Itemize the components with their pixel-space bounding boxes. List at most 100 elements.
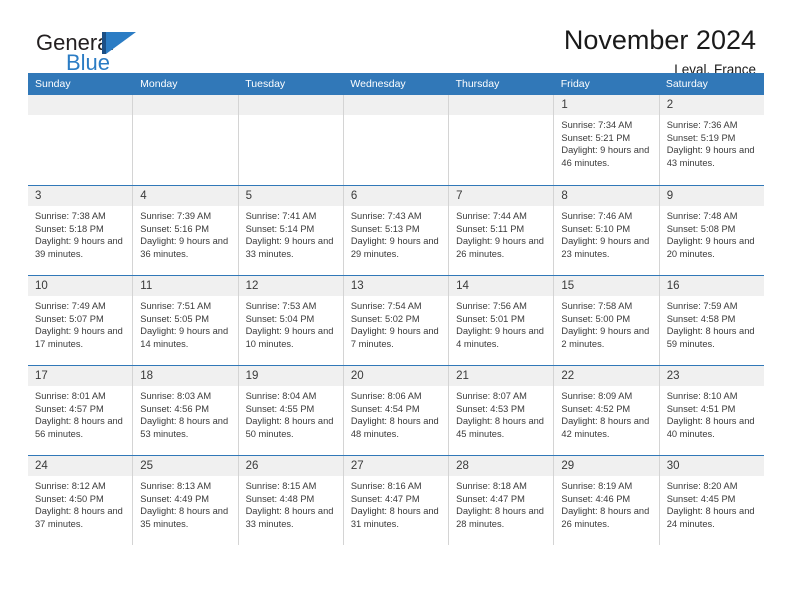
daylight-text: Daylight: 9 hours and 20 minutes. — [666, 236, 755, 259]
day-cell-14[interactable]: 14 Sunrise: 7:56 AM Sunset: 5:01 PM Dayligh… — [448, 276, 554, 365]
day-number — [449, 95, 554, 115]
day-details: Sunrise: 8:10 AM Sunset: 4:51 PM Daylight:… — [660, 386, 764, 440]
day-cell-8[interactable]: 8 Sunrise: 7:46 AM Sunset: 5:10 PM Daylight… — [553, 186, 659, 275]
sunset-text: Sunset: 5:18 PM — [35, 223, 104, 234]
daylight-text: Daylight: 9 hours and 7 minutes. — [350, 326, 439, 349]
day-number: 23 — [659, 366, 764, 386]
day-details: Sunrise: 8:07 AM Sunset: 4:53 PM Daylight:… — [449, 386, 553, 440]
day-cell-29[interactable]: 29 Sunrise: 8:19 AM Sunset: 4:46 PM Dayligh… — [553, 456, 659, 545]
sunset-text: Sunset: 5:21 PM — [561, 132, 631, 143]
sunrise-text: Sunrise: 8:06 AM — [350, 391, 422, 401]
day-cell-22[interactable]: 22 Sunrise: 8:09 AM Sunset: 4:52 PM Dayligh… — [553, 366, 659, 455]
brand-logo[interactable]: General Blue — [36, 30, 216, 76]
day-cell-20[interactable]: 20 Sunrise: 8:06 AM Sunset: 4:54 PM Dayligh… — [342, 366, 449, 455]
weekday-header-tuesday: Tuesday — [245, 78, 286, 90]
sunset-text: Sunset: 5:01 PM — [456, 313, 525, 324]
day-cell-23[interactable]: 23 Sunrise: 8:10 AM Sunset: 4:51 PM Dayligh… — [658, 366, 764, 455]
day-number — [343, 95, 449, 115]
day-details: Sunrise: 8:01 AM Sunset: 4:57 PM Daylight:… — [28, 386, 132, 440]
daylight-text: Daylight: 8 hours and 45 minutes. — [456, 416, 544, 439]
day-details: Sunrise: 7:41 AM Sunset: 5:14 PM Daylight:… — [239, 206, 343, 260]
day-number: 27 — [343, 456, 449, 476]
daylight-text: Daylight: 8 hours and 35 minutes. — [140, 506, 229, 529]
daylight-text: Daylight: 9 hours and 43 minutes. — [666, 145, 755, 168]
day-number: 28 — [449, 456, 554, 476]
day-details: Sunrise: 7:54 AM Sunset: 5:02 PM Daylight:… — [344, 296, 448, 350]
day-cell-13[interactable]: 13 Sunrise: 7:54 AM Sunset: 5:02 PM Dayligh… — [342, 276, 449, 365]
daylight-text: Daylight: 8 hours and 31 minutes. — [350, 506, 439, 529]
sunrise-text: Sunrise: 8:01 AM — [35, 391, 106, 401]
sunset-text: Sunset: 5:16 PM — [140, 223, 210, 234]
sunrise-text: Sunrise: 8:12 AM — [35, 481, 106, 491]
day-cell-10[interactable]: 10 Sunrise: 7:49 AM Sunset: 5:07 PM Dayligh… — [28, 276, 133, 365]
day-cell-9[interactable]: 9 Sunrise: 7:48 AM Sunset: 5:08 PM Daylight… — [658, 186, 764, 275]
calendar-week-row: 1 Sunrise: 7:34 AM Sunset: 5:21 PM Daylight… — [28, 95, 764, 185]
day-details: Sunrise: 8:13 AM Sunset: 4:49 PM Daylight:… — [133, 476, 237, 530]
day-cell-4[interactable]: 4 Sunrise: 7:39 AM Sunset: 5:16 PM Daylight… — [132, 186, 238, 275]
day-cell-19[interactable]: 19 Sunrise: 8:04 AM Sunset: 4:55 PM Dayligh… — [237, 366, 343, 455]
day-cell-18[interactable]: 18 Sunrise: 8:03 AM Sunset: 4:56 PM Dayligh… — [132, 366, 238, 455]
page-title: November 2024 — [563, 25, 756, 55]
day-cell-6[interactable]: 6 Sunrise: 7:43 AM Sunset: 5:13 PM Daylight… — [342, 186, 449, 275]
day-cell-5[interactable]: 5 Sunrise: 7:41 AM Sunset: 5:14 PM Daylight… — [237, 186, 343, 275]
sunset-text: Sunset: 4:55 PM — [245, 403, 315, 414]
daylight-text: Daylight: 8 hours and 42 minutes. — [561, 416, 650, 439]
day-cell-empty — [342, 95, 449, 185]
weekday-header-saturday: Saturday — [665, 78, 708, 90]
day-number — [238, 95, 343, 115]
day-cell-24[interactable]: 24 Sunrise: 8:12 AM Sunset: 4:50 PM Dayligh… — [28, 456, 133, 545]
day-cell-1[interactable]: 1 Sunrise: 7:34 AM Sunset: 5:21 PM Daylight… — [553, 95, 659, 185]
day-cell-27[interactable]: 27 Sunrise: 8:16 AM Sunset: 4:47 PM Dayligh… — [342, 456, 449, 545]
daylight-text: Daylight: 8 hours and 50 minutes. — [245, 416, 334, 439]
daylight-text: Daylight: 8 hours and 26 minutes. — [561, 506, 650, 529]
daylight-text: Daylight: 8 hours and 28 minutes. — [456, 506, 544, 529]
day-cell-21[interactable]: 21 Sunrise: 8:07 AM Sunset: 4:53 PM Dayligh… — [448, 366, 554, 455]
daylight-text: Daylight: 9 hours and 39 minutes. — [35, 236, 123, 259]
day-cell-11[interactable]: 11 Sunrise: 7:51 AM Sunset: 5:05 PM Dayligh… — [132, 276, 238, 365]
sunrise-text: Sunrise: 7:36 AM — [666, 120, 738, 130]
day-number: 21 — [449, 366, 554, 386]
day-details: Sunrise: 7:48 AM Sunset: 5:08 PM Daylight:… — [660, 206, 764, 260]
day-cell-16[interactable]: 16 Sunrise: 7:59 AM Sunset: 4:58 PM Dayligh… — [658, 276, 764, 365]
sunset-text: Sunset: 5:11 PM — [456, 223, 525, 234]
day-cell-25[interactable]: 25 Sunrise: 8:13 AM Sunset: 4:49 PM Dayligh… — [132, 456, 238, 545]
sunset-text: Sunset: 5:19 PM — [666, 132, 736, 143]
day-number: 15 — [554, 276, 659, 296]
sunset-text: Sunset: 4:47 PM — [456, 493, 525, 504]
daylight-text: Daylight: 9 hours and 4 minutes. — [456, 326, 544, 349]
calendar-body: 1 Sunrise: 7:34 AM Sunset: 5:21 PM Daylight… — [28, 95, 764, 545]
sunrise-text: Sunrise: 7:39 AM — [140, 211, 212, 221]
sunrise-text: Sunrise: 7:48 AM — [666, 211, 738, 221]
sunset-text: Sunset: 4:53 PM — [456, 403, 525, 414]
day-details: Sunrise: 7:51 AM Sunset: 5:05 PM Daylight:… — [133, 296, 237, 350]
sunrise-text: Sunrise: 7:54 AM — [350, 301, 422, 311]
day-cell-30[interactable]: 30 Sunrise: 8:20 AM Sunset: 4:45 PM Dayligh… — [658, 456, 764, 545]
sunrise-text: Sunrise: 8:10 AM — [666, 391, 738, 401]
day-cell-15[interactable]: 15 Sunrise: 7:58 AM Sunset: 5:00 PM Dayligh… — [553, 276, 659, 365]
day-details: Sunrise: 8:06 AM Sunset: 4:54 PM Daylight:… — [344, 386, 448, 440]
day-cell-7[interactable]: 7 Sunrise: 7:44 AM Sunset: 5:11 PM Daylight… — [448, 186, 554, 275]
daylight-text: Daylight: 8 hours and 24 minutes. — [666, 506, 755, 529]
sunrise-text: Sunrise: 8:20 AM — [666, 481, 738, 491]
sunrise-text: Sunrise: 7:44 AM — [456, 211, 527, 221]
day-details: Sunrise: 8:04 AM Sunset: 4:55 PM Daylight:… — [239, 386, 343, 440]
day-cell-2[interactable]: 2 Sunrise: 7:36 AM Sunset: 5:19 PM Daylight… — [658, 95, 764, 185]
day-details: Sunrise: 7:34 AM Sunset: 5:21 PM Daylight:… — [554, 115, 658, 169]
sunrise-text: Sunrise: 8:19 AM — [561, 481, 633, 491]
sunset-text: Sunset: 4:45 PM — [666, 493, 736, 504]
sunrise-text: Sunrise: 8:04 AM — [245, 391, 317, 401]
day-cell-3[interactable]: 3 Sunrise: 7:38 AM Sunset: 5:18 PM Daylight… — [28, 186, 133, 275]
day-number: 4 — [133, 186, 238, 206]
sunset-text: Sunset: 5:05 PM — [140, 313, 210, 324]
day-cell-17[interactable]: 17 Sunrise: 8:01 AM Sunset: 4:57 PM Dayligh… — [28, 366, 133, 455]
day-cell-12[interactable]: 12 Sunrise: 7:53 AM Sunset: 5:04 PM Dayligh… — [237, 276, 343, 365]
day-cell-28[interactable]: 28 Sunrise: 8:18 AM Sunset: 4:47 PM Dayligh… — [448, 456, 554, 545]
day-cell-26[interactable]: 26 Sunrise: 8:15 AM Sunset: 4:48 PM Dayligh… — [237, 456, 343, 545]
daylight-text: Daylight: 8 hours and 37 minutes. — [35, 506, 123, 529]
sunset-text: Sunset: 4:46 PM — [561, 493, 631, 504]
sunset-text: Sunset: 5:08 PM — [666, 223, 736, 234]
daylight-text: Daylight: 9 hours and 46 minutes. — [561, 145, 650, 168]
sunrise-text: Sunrise: 7:41 AM — [245, 211, 317, 221]
day-number: 25 — [133, 456, 238, 476]
daylight-text: Daylight: 8 hours and 48 minutes. — [350, 416, 439, 439]
